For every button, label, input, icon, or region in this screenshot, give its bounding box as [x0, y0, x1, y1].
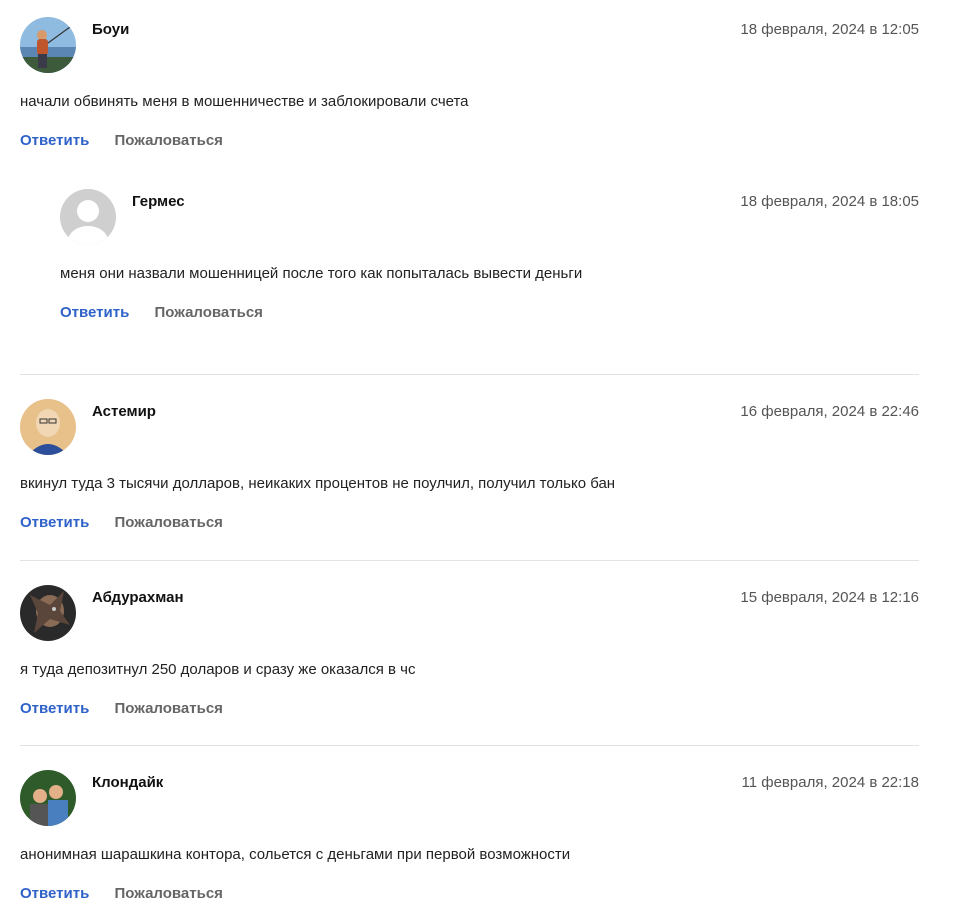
- comment-date: 18 февраля, 2024 в 12:05: [740, 21, 919, 38]
- comment-actions: Ответить Пожаловаться: [60, 304, 263, 321]
- report-button[interactable]: Пожаловаться: [115, 514, 223, 531]
- comment-author[interactable]: Абдурахман: [92, 589, 184, 606]
- comment-date: 15 февраля, 2024 в 12:16: [740, 589, 919, 606]
- reply-button[interactable]: Ответить: [20, 132, 89, 149]
- divider: [20, 374, 919, 375]
- reply-button[interactable]: Ответить: [60, 304, 129, 321]
- divider: [20, 745, 919, 746]
- comment-text: я туда депозитнул 250 доларов и сразу же…: [20, 661, 416, 678]
- comment-date: 16 февраля, 2024 в 22:46: [740, 403, 919, 420]
- comment-actions: Ответить Пожаловаться: [20, 885, 223, 902]
- avatar[interactable]: [20, 17, 76, 73]
- comment-actions: Ответить Пожаловаться: [20, 514, 223, 531]
- comment-actions: Ответить Пожаловаться: [20, 132, 223, 149]
- avatar[interactable]: [20, 399, 76, 455]
- report-button[interactable]: Пожаловаться: [115, 132, 223, 149]
- report-button[interactable]: Пожаловаться: [115, 700, 223, 717]
- comment: Абдурахман 15 февраля, 2024 в 12:16 я ту…: [20, 585, 919, 725]
- report-button[interactable]: Пожаловаться: [155, 304, 263, 321]
- comment-author[interactable]: Клондайк: [92, 774, 163, 791]
- comment-date: 18 февраля, 2024 в 18:05: [740, 193, 919, 210]
- comment: Клондайк 11 февраля, 2024 в 22:18 аноним…: [20, 770, 919, 910]
- comment-text: анонимная шарашкина контора, сольется с …: [20, 846, 571, 863]
- comment-actions: Ответить Пожаловаться: [20, 700, 223, 717]
- report-button[interactable]: Пожаловаться: [115, 885, 223, 902]
- divider: [20, 560, 919, 561]
- reply-button[interactable]: Ответить: [20, 885, 89, 902]
- comment-text: начали обвинять меня в мошенничестве и з…: [20, 93, 469, 110]
- comment: Боуи 18 февраля, 2024 в 12:05 начали обв…: [20, 17, 919, 157]
- comment-reply: Гермес 18 февраля, 2024 в 18:05 меня они…: [60, 189, 919, 329]
- comment-author[interactable]: Боуи: [92, 21, 129, 38]
- comment-text: вкинул туда 3 тысячи долларов, неикаких …: [20, 475, 616, 492]
- reply-button[interactable]: Ответить: [20, 700, 89, 717]
- avatar[interactable]: [20, 770, 76, 826]
- comment-author[interactable]: Астемир: [92, 403, 156, 420]
- comment-date: 11 февраля, 2024 в 22:18: [741, 774, 920, 791]
- avatar[interactable]: [60, 189, 116, 245]
- reply-button[interactable]: Ответить: [20, 514, 89, 531]
- avatar[interactable]: [20, 585, 76, 641]
- comment: Астемир 16 февраля, 2024 в 22:46 вкинул …: [20, 399, 919, 539]
- comment-author[interactable]: Гермес: [132, 193, 185, 210]
- comment-text: меня они назвали мошенницей после того к…: [60, 265, 583, 282]
